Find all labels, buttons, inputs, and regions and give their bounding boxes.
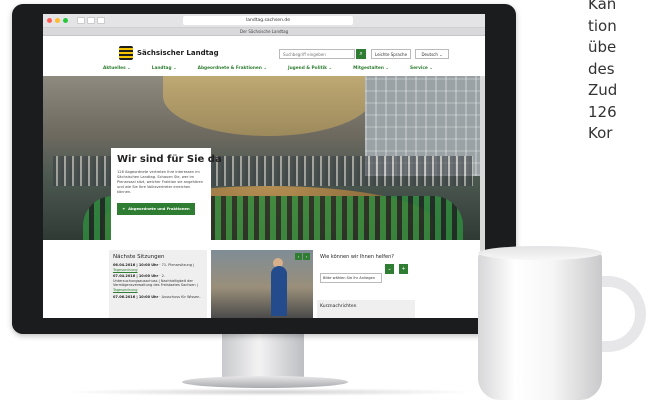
list-item: 07.06.2016 | 10:00 Uhr · Ausschuss für W… — [113, 294, 201, 299]
search-icon[interactable]: ⌕ — [356, 49, 366, 59]
window-controls — [47, 18, 68, 23]
chevron-left-icon[interactable]: ‹ — [295, 253, 302, 260]
news-photo[interactable]: ‹ › — [211, 250, 313, 318]
nav-buttons — [77, 17, 105, 24]
agenda-link[interactable]: Tagesordnung — [113, 288, 138, 292]
browser-toolbar: landtag.sachsen.de — [43, 14, 485, 28]
hero-card: Wir sind für Sie da 126 Abgeordnete vert… — [111, 148, 222, 240]
search-input[interactable]: Suchbegriff eingeben — [279, 49, 355, 59]
chevron-right-icon[interactable]: › — [303, 253, 310, 260]
monitor-shadow — [60, 388, 480, 396]
menu-item-service[interactable]: Service ⌄ — [410, 66, 433, 71]
agenda-link[interactable]: Tagesordnung — [113, 268, 138, 272]
back-button[interactable] — [77, 17, 85, 24]
abgeordnete-button[interactable]: + Abgeordnete und Fraktionen — [117, 203, 195, 215]
monitor-stand-base — [182, 376, 348, 388]
mug-rim — [478, 246, 602, 260]
menu-item-mitgestalten[interactable]: Mitgestalten ⌄ — [353, 66, 389, 71]
sidebar-toggle-button[interactable] — [97, 17, 105, 24]
sessions-panel: Nächste Sitzungen 06.04.2016 | 10:00 Uhr… — [109, 250, 207, 318]
browser-window: landtag.sachsen.de Der Sächsische Landta… — [43, 14, 485, 318]
page-scrollbar[interactable] — [480, 76, 485, 256]
menu-item-aktuelles[interactable]: Aktuelles ⌄ — [103, 66, 131, 71]
site-logo[interactable]: Sächsischer Landtag — [119, 46, 219, 60]
help-panel: Wie können wir Ihnen helfen? Bitte wähle… — [317, 250, 415, 318]
plus-icon[interactable]: + — [399, 264, 409, 274]
menu-item-jugend[interactable]: Jugend & Politik ⌄ — [288, 66, 332, 71]
hero-banner: Wir sind für Sie da 126 Abgeordnete vert… — [43, 76, 485, 240]
list-item: 07.04.2016 | 10:00 Uhr · 2. Untersuchung… — [113, 274, 198, 292]
abgeordnete-button-label: Abgeordnete und Fraktionen — [128, 206, 190, 211]
list-item: 06.04.2016 | 10:00 Uhr · 71. Plenarsitzu… — [113, 263, 195, 272]
chevron-down-icon[interactable]: ⌄ — [385, 264, 394, 274]
site-header: Sächsischer Landtag Suchbegriff eingeben… — [43, 36, 485, 76]
hero-ceiling — [163, 76, 373, 136]
forward-button[interactable] — [87, 17, 95, 24]
menu-item-abgeordnete[interactable]: Abgeordnete & Fraktionen ⌄ — [198, 66, 267, 71]
side-article-text: Kan tion übe des Zud 126 Kor — [588, 0, 618, 142]
photo-person — [271, 266, 287, 316]
menu-item-landtag[interactable]: Landtag ⌄ — [152, 66, 177, 71]
monitor: landtag.sachsen.de Der Sächsische Landta… — [12, 4, 516, 334]
help-title: Wie können wir Ihnen helfen? — [320, 254, 394, 260]
scene: landtag.sachsen.de Der Sächsische Landta… — [0, 0, 661, 409]
concern-select[interactable]: Bitte wählen Sie Ihr Anliegen — [320, 273, 382, 283]
hero-title: Wir sind für Sie da — [117, 154, 222, 165]
hero-text: 126 Abgeordnete vertreten Ihre Interesse… — [117, 170, 203, 194]
tab-active[interactable]: Der Sächsische Landtag — [43, 28, 485, 36]
saxony-crest-icon — [119, 46, 133, 60]
leichte-sprache-button[interactable]: Leichte Sprache — [371, 49, 411, 59]
coffee-mug — [478, 252, 602, 400]
news-heading: Kurznachrichten — [317, 300, 415, 318]
zoom-window-button[interactable] — [63, 18, 68, 23]
logo-text: Sächsischer Landtag — [137, 49, 219, 57]
main-menu: Aktuelles ⌄ Landtag ⌄ Abgeordnete & Frak… — [103, 66, 433, 71]
sessions-title: Nächste Sitzungen — [113, 254, 165, 260]
minimize-window-button[interactable] — [55, 18, 60, 23]
monitor-stand-neck — [222, 334, 304, 380]
carousel-controls: ‹ › — [295, 253, 310, 260]
close-window-button[interactable] — [47, 18, 52, 23]
language-select[interactable]: Deutsch ⌄ — [415, 49, 449, 59]
address-bar[interactable]: landtag.sachsen.de — [183, 16, 353, 25]
